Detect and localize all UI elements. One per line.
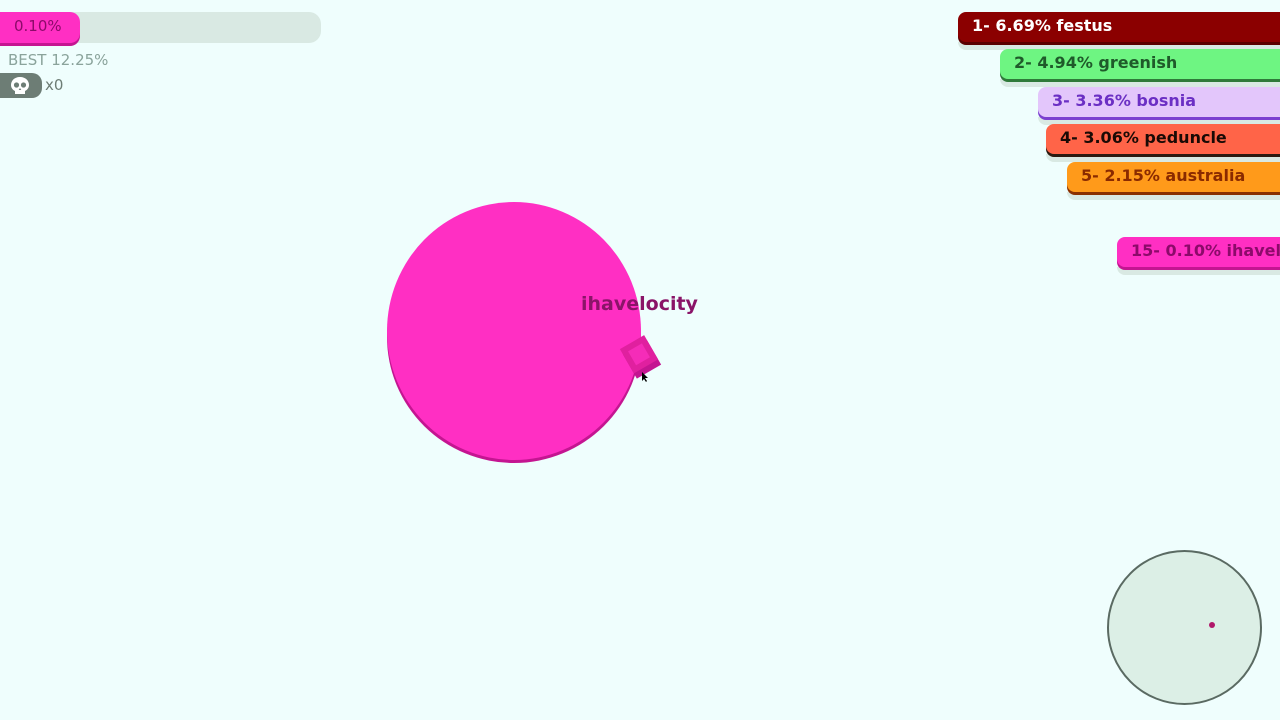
leaderboard-entry: 5- 2.15% australia <box>1067 162 1280 192</box>
player-territory <box>387 202 641 460</box>
player-territory-shadow <box>387 211 641 463</box>
mouse-cursor-icon <box>642 372 648 382</box>
minimap <box>1107 550 1262 705</box>
leaderboard-entry-shadow <box>1067 192 1280 200</box>
player-avatar <box>619 335 662 379</box>
territory-progress-fill: 0.10% <box>0 12 80 43</box>
leaderboard-entry-shadow <box>1117 267 1280 275</box>
skull-icon <box>11 77 29 94</box>
leaderboard-entry: 1- 6.69% festus <box>958 12 1280 42</box>
player-name-label: ihavelocity <box>581 293 698 315</box>
leaderboard-entry: 4- 3.06% peduncle <box>1046 124 1280 154</box>
kills-count: x0 <box>45 76 64 94</box>
leaderboard-entry-shadow <box>1046 154 1280 162</box>
minimap-player-dot <box>1209 622 1215 628</box>
leaderboard-entry: 15- 0.10% ihavelocity <box>1117 237 1280 267</box>
territory-progress-bar: 0.10% <box>0 12 321 43</box>
best-score: BEST 12.25% <box>8 51 109 69</box>
leaderboard-entry-shadow <box>1000 79 1280 87</box>
leaderboard-entry: 3- 3.36% bosnia <box>1038 87 1280 117</box>
leaderboard-entry: 2- 4.94% greenish <box>1000 49 1280 79</box>
kills-badge <box>0 73 42 98</box>
